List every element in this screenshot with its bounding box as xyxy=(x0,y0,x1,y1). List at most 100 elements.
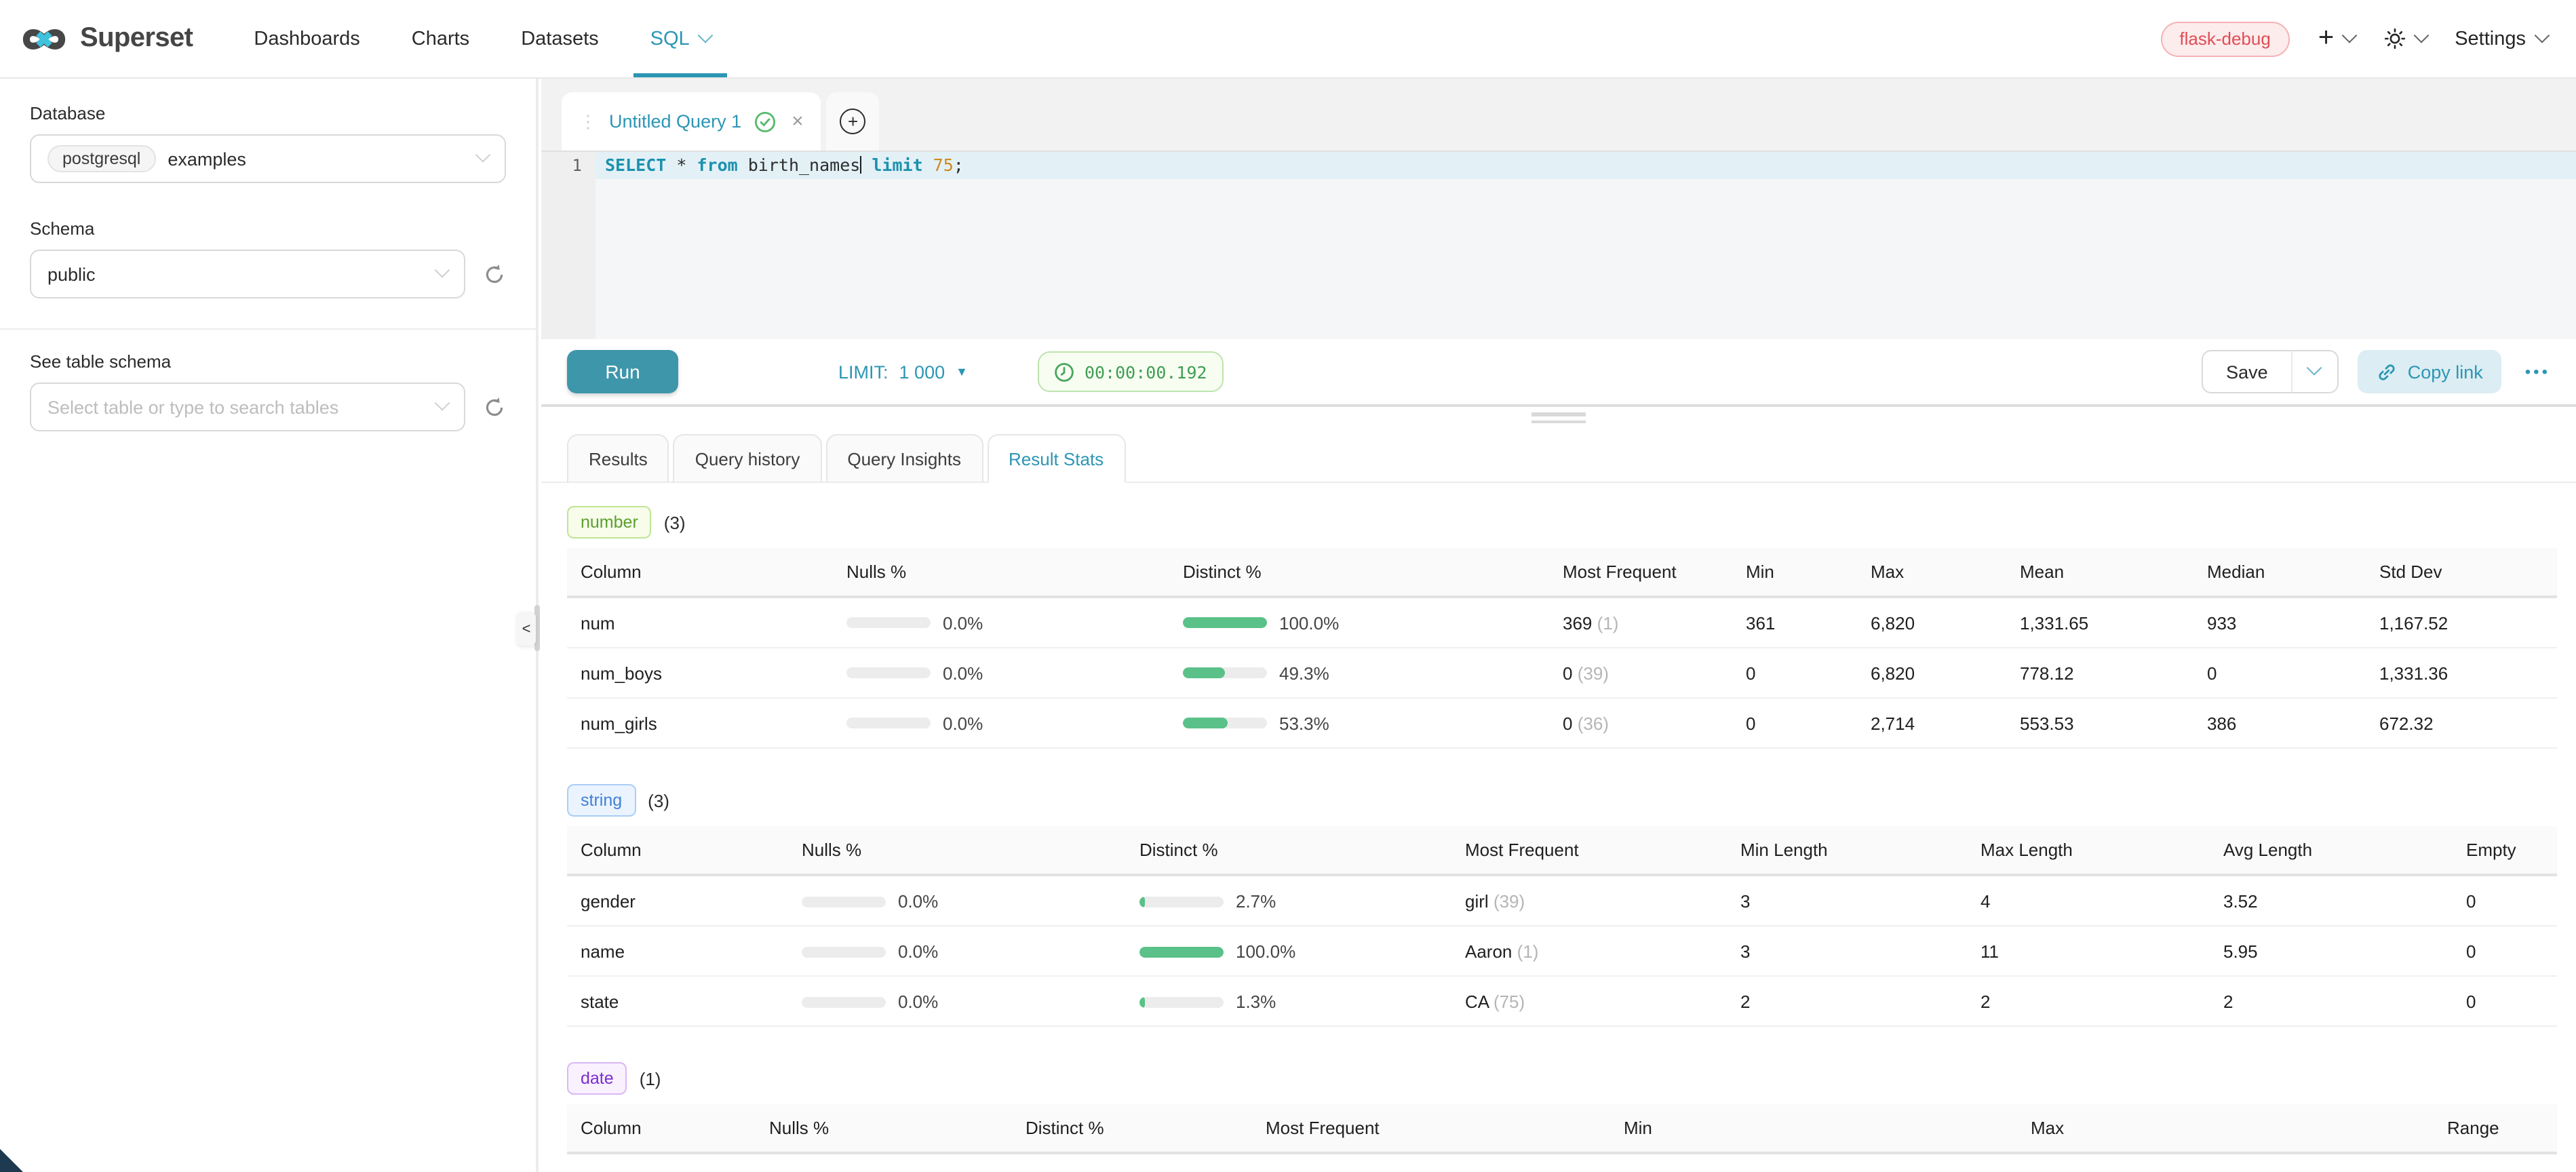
sidebar-collapse-button[interactable]: < xyxy=(517,612,536,646)
progress-track xyxy=(1139,896,1224,907)
column-header: Max xyxy=(1857,548,2006,597)
most-frequent-value: girl xyxy=(1465,891,1489,912)
schema-select[interactable]: public xyxy=(30,250,465,298)
nulls-cell: 0.0% xyxy=(833,698,1169,748)
editor-gutter: 1 xyxy=(541,152,596,339)
nulls-bar: 0.0% xyxy=(802,941,938,962)
theme-toggle-button[interactable] xyxy=(2383,27,2426,50)
stats-section-string: string(3)ColumnNulls %Distinct %Most Fre… xyxy=(567,784,2557,1027)
stat-column-name: num_boys xyxy=(567,648,833,698)
distinct-bar: 1.3% xyxy=(1026,1169,1162,1172)
column-header: Most Frequent xyxy=(1549,548,1732,597)
most-frequent-cell: 0 (39) xyxy=(1549,648,1732,698)
query-tab[interactable]: ⋮ Untitled Query 1 × xyxy=(562,92,821,151)
most-frequent-count: (39) xyxy=(1578,663,1609,683)
nav-item-datasets[interactable]: Datasets xyxy=(495,0,624,77)
stat-column-name: ds xyxy=(567,1154,756,1172)
nav-item-sql[interactable]: SQL xyxy=(625,0,737,77)
sql-editor[interactable]: 1 SELECT * from birth_names limit 75; xyxy=(541,152,2576,339)
sqllab-main: ⋮ Untitled Query 1 × + 1 SELECT * from b… xyxy=(541,79,2576,1172)
percent-label: 0.0% xyxy=(943,613,983,633)
type-badge-number: number xyxy=(567,506,652,539)
run-button[interactable]: Run xyxy=(567,350,678,393)
percent-label: 2.7% xyxy=(1236,891,1276,912)
table-row: ds0.0%1.3%1965-01-01T00:00:00 (75)1965-0… xyxy=(567,1154,2557,1172)
stat-cell: 11 xyxy=(1967,926,2210,977)
new-item-button[interactable]: + xyxy=(2318,26,2354,51)
most-frequent-count: (75) xyxy=(1494,992,1525,1012)
progress-fill xyxy=(1139,996,1145,1007)
progress-fill xyxy=(1183,668,1224,679)
chevron-down-icon xyxy=(435,262,450,278)
nulls-cell: 0.0% xyxy=(788,926,1126,977)
nav-item-charts[interactable]: Charts xyxy=(386,0,495,77)
column-header: Empty xyxy=(2453,827,2557,876)
tab-query-history[interactable]: Query history xyxy=(674,434,822,483)
editor-toolbar: Run LIMIT: 1 000 ▼ 00:00:00.192 Save xyxy=(541,339,2576,407)
drag-handle-icon: ⋮ xyxy=(579,111,597,132)
chevron-down-icon xyxy=(698,27,714,43)
progress-fill xyxy=(1139,946,1224,957)
progress-track xyxy=(1139,946,1224,957)
table-select[interactable]: Select table or type to search tables xyxy=(30,383,465,431)
progress-track xyxy=(1183,668,1267,679)
save-button[interactable]: Save xyxy=(2202,350,2292,393)
query-tab-title: Untitled Query 1 xyxy=(609,111,741,132)
settings-menu[interactable]: Settings xyxy=(2455,28,2548,50)
most-frequent-cell: girl (39) xyxy=(1451,876,1727,926)
nav-item-dashboards[interactable]: Dashboards xyxy=(228,0,385,77)
limit-dropdown[interactable]: LIMIT: 1 000 ▼ xyxy=(838,362,968,382)
percent-label: 100.0% xyxy=(1279,613,1339,633)
most-frequent-cell: 369 (1) xyxy=(1549,597,1732,648)
close-tab-icon[interactable]: × xyxy=(792,110,804,133)
database-select[interactable]: postgresql examples xyxy=(30,134,506,183)
column-header: Range xyxy=(2434,1105,2557,1154)
distinct-bar: 2.7% xyxy=(1139,891,1276,912)
distinct-cell: 2.7% xyxy=(1126,876,1451,926)
stat-column-name: name xyxy=(567,926,788,977)
most-frequent-value: 0 xyxy=(1563,663,1572,683)
tab-query-insights[interactable]: Query Insights xyxy=(825,434,983,483)
column-header: Max Length xyxy=(1967,827,2210,876)
refresh-schemas-button[interactable] xyxy=(483,262,506,286)
progress-track xyxy=(802,996,886,1007)
table-row: num_boys0.0%49.3%0 (39)06,820778.1201,33… xyxy=(567,648,2557,698)
column-header: Column xyxy=(567,548,833,597)
column-header: Min xyxy=(1610,1105,2017,1154)
percent-label: 49.3% xyxy=(1279,663,1329,684)
chevron-down-icon xyxy=(2341,27,2357,43)
more-options-button[interactable]: ••• xyxy=(2525,362,2550,381)
tab-results[interactable]: Results xyxy=(567,434,669,483)
code-token: 75 xyxy=(923,155,954,175)
new-query-tab-button[interactable]: + xyxy=(827,92,880,151)
copy-link-button[interactable]: Copy link xyxy=(2358,350,2502,393)
nulls-bar: 0.0% xyxy=(802,891,938,912)
superset-logo[interactable]: Superset xyxy=(19,18,193,59)
timer-value: 00:00:00.192 xyxy=(1085,362,1207,382)
column-header: Mean xyxy=(2006,548,2193,597)
tab-result-stats[interactable]: Result Stats xyxy=(987,434,1125,483)
progress-track xyxy=(846,618,931,629)
schema-value: public xyxy=(47,264,96,284)
stat-column-name: num xyxy=(567,597,833,648)
save-options-button[interactable] xyxy=(2291,350,2339,393)
stats-table-date: ColumnNulls %Distinct %Most FrequentMinM… xyxy=(567,1105,2557,1172)
stat-cell: 0 xyxy=(2453,876,2557,926)
column-header: Nulls % xyxy=(756,1105,1012,1154)
refresh-tables-button[interactable] xyxy=(483,395,506,418)
settings-label: Settings xyxy=(2455,28,2526,50)
panel-resize-handle[interactable] xyxy=(541,412,2576,423)
stat-cell: 672.32 xyxy=(2366,698,2557,748)
code-token: birth_names xyxy=(738,155,861,175)
query-tabstrip: ⋮ Untitled Query 1 × + xyxy=(541,79,2576,152)
percent-label: 100.0% xyxy=(1236,941,1295,962)
link-icon xyxy=(2377,362,2397,382)
stat-cell: 1965-01-01T03:00:00.000Z xyxy=(2017,1154,2434,1172)
stat-cell: 0 xyxy=(1732,648,1857,698)
plus-circle-icon: + xyxy=(840,109,866,134)
nulls-cell: 0.0% xyxy=(788,977,1126,1027)
stats-section-number: number(3)ColumnNulls %Distinct %Most Fre… xyxy=(567,506,2557,749)
database-label: Database xyxy=(30,103,506,123)
stat-cell: 0 xyxy=(2193,648,2366,698)
column-header: Column xyxy=(567,1105,756,1154)
